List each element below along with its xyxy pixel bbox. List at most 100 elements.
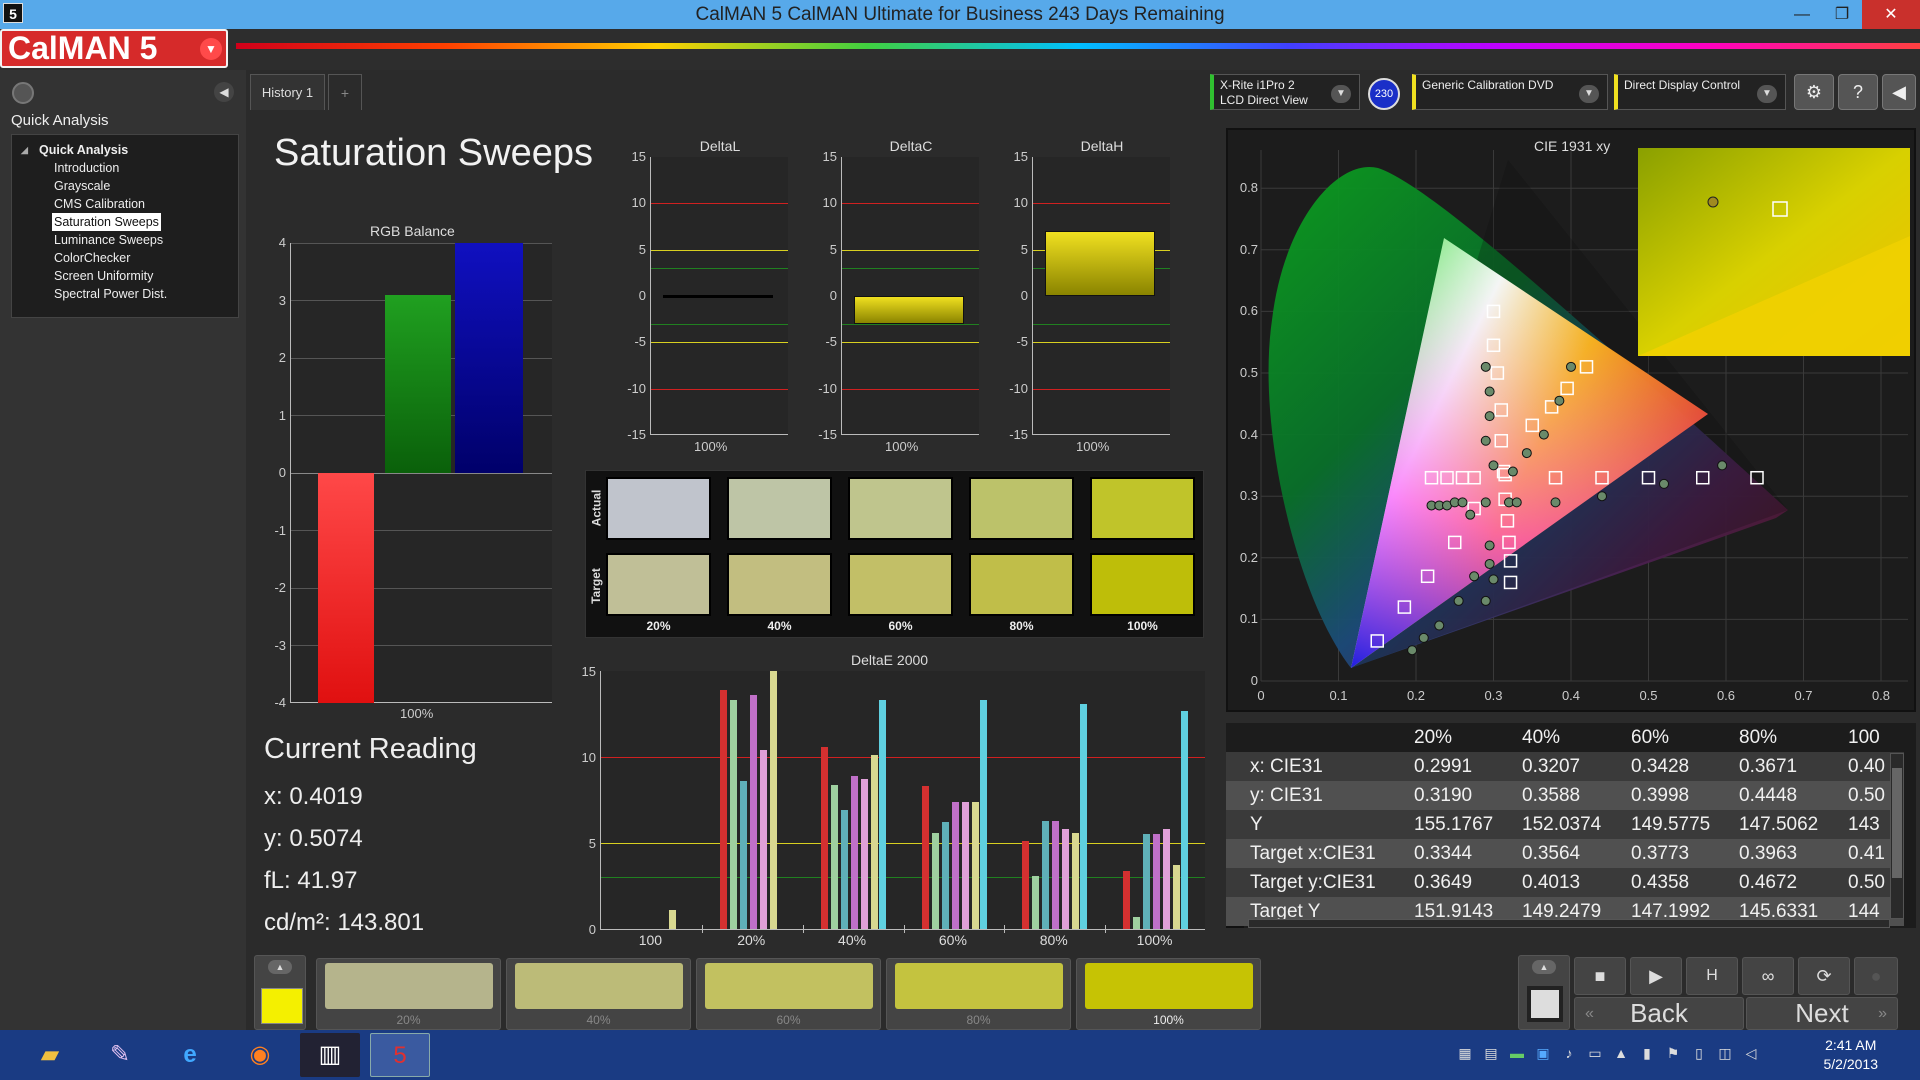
deltae-ytick: 5 bbox=[588, 836, 596, 851]
collapse-right-icon[interactable]: ◀ bbox=[1882, 74, 1916, 110]
actual-swatch bbox=[606, 477, 711, 540]
cie-measured-point bbox=[1418, 632, 1429, 643]
table-hscrollbar[interactable] bbox=[1248, 919, 1890, 928]
source-selector[interactable]: Generic Calibration DVD ▼ bbox=[1412, 74, 1608, 110]
table-row[interactable]: x: CIE31 0.2991 0.3207 0.3428 0.3671 0.40 bbox=[1226, 752, 1904, 781]
extra-button[interactable]: ● bbox=[1854, 957, 1898, 995]
calman-logo-menu[interactable]: CalMAN 5 ▼ bbox=[0, 29, 228, 68]
measurement-point-button[interactable]: 40% bbox=[506, 958, 691, 1030]
chevron-down-icon: ▼ bbox=[1579, 85, 1599, 103]
delta-ytick: -5 bbox=[634, 334, 646, 350]
stop-icon bbox=[1527, 986, 1563, 1022]
target-swatch bbox=[969, 553, 1074, 616]
cie-measured-point bbox=[1480, 595, 1491, 606]
tab-history[interactable]: History 1 bbox=[250, 74, 325, 110]
restore-button[interactable]: ❐ bbox=[1822, 0, 1862, 29]
back-arrow-icon: « bbox=[1585, 1005, 1594, 1022]
deltae-bar bbox=[669, 910, 676, 929]
table-row[interactable]: Y 155.1767 152.0374 149.5775 147.5062 143 bbox=[1226, 810, 1904, 839]
tray-icon[interactable]: ▲ bbox=[1612, 1044, 1630, 1062]
tree-item-introduction[interactable]: Introduction bbox=[52, 159, 121, 177]
tree-item-cms-calibration[interactable]: CMS Calibration bbox=[52, 195, 147, 213]
tray-icon[interactable]: ▤ bbox=[1482, 1044, 1500, 1062]
measurement-point-button[interactable]: 60% bbox=[696, 958, 881, 1030]
cie-measured-point bbox=[1469, 571, 1480, 582]
chevron-down-icon: ▼ bbox=[200, 38, 222, 60]
chevron-up-icon[interactable]: ▲ bbox=[268, 960, 292, 974]
table-cell: 0.3671 bbox=[1739, 756, 1798, 777]
expand-icon: ◢ bbox=[21, 145, 28, 155]
back-button[interactable]: « Back bbox=[1574, 997, 1744, 1030]
network-icon[interactable]: ▭ bbox=[1586, 1044, 1604, 1062]
tray-icon[interactable]: ▣ bbox=[1534, 1044, 1552, 1062]
next-button[interactable]: Next » bbox=[1746, 997, 1898, 1030]
stop-button[interactable]: ■ bbox=[1574, 957, 1626, 995]
tray-icon[interactable]: ◫ bbox=[1716, 1044, 1734, 1062]
tree-root-label: Quick Analysis bbox=[39, 143, 129, 157]
tree-root[interactable]: ◢ Quick Analysis bbox=[21, 141, 130, 159]
tree-item-colorchecker[interactable]: ColorChecker bbox=[52, 249, 132, 267]
equalizer-app-icon[interactable]: ▥ bbox=[300, 1033, 360, 1077]
display-selector[interactable]: Direct Display Control ▼ bbox=[1614, 74, 1786, 110]
actual-swatch bbox=[1090, 477, 1195, 540]
cie-ytick: 0 bbox=[1250, 673, 1258, 688]
tree-item-grayscale[interactable]: Grayscale bbox=[52, 177, 112, 195]
rgb-x-label: 100% bbox=[400, 706, 434, 721]
file-explorer-icon[interactable]: ▰ bbox=[20, 1033, 80, 1077]
continuous-button[interactable]: ∞ bbox=[1742, 957, 1794, 995]
measurement-point-button[interactable]: 20% bbox=[316, 958, 501, 1030]
app-icon[interactable]: 5 bbox=[3, 3, 23, 23]
calman-taskbar-icon[interactable]: 5 bbox=[370, 1033, 430, 1077]
table-vscrollbar[interactable] bbox=[1890, 753, 1904, 919]
battery-icon[interactable]: ▯ bbox=[1690, 1044, 1708, 1062]
help-icon[interactable]: ? bbox=[1838, 74, 1878, 110]
close-button[interactable]: ✕ bbox=[1862, 0, 1920, 29]
bottom-bar: ▲ 20% 40% 60% 80% 100% ▲ ■ ▶ H ∞ ⟳ ● « Back … bbox=[250, 955, 1920, 1030]
stop-measure-button[interactable]: ▲ bbox=[1518, 955, 1570, 1030]
tree-item-spectral-power[interactable]: Spectral Power Dist. bbox=[52, 285, 169, 303]
measurement-point-button[interactable]: 100% bbox=[1076, 958, 1261, 1030]
table-row[interactable]: Target y:CIE31 0.3649 0.4013 0.4358 0.4672 0.… bbox=[1226, 868, 1904, 897]
meter-status-badge[interactable]: 230 bbox=[1368, 78, 1400, 110]
collapse-panel-icon[interactable]: ◀ bbox=[214, 82, 234, 102]
delta-ytick: 0 bbox=[638, 288, 646, 303]
measurement-point-label: 40% bbox=[586, 1013, 611, 1027]
deltae-bar bbox=[830, 784, 838, 929]
cie-measured-point bbox=[1566, 361, 1576, 372]
minimize-button[interactable]: — bbox=[1782, 0, 1822, 29]
deltae-ytick: 15 bbox=[581, 664, 596, 679]
deltae-xtick: 20% bbox=[737, 932, 766, 948]
volume-icon[interactable]: ♪ bbox=[1560, 1044, 1578, 1062]
tree-item-screen-uniformity[interactable]: Screen Uniformity bbox=[52, 267, 155, 285]
measurement-point-button[interactable]: 80% bbox=[886, 958, 1071, 1030]
tray-icon[interactable]: ▦ bbox=[1456, 1044, 1474, 1062]
internet-explorer-icon[interactable]: e bbox=[160, 1033, 220, 1077]
play-button[interactable]: ▶ bbox=[1630, 957, 1682, 995]
tree-item-luminance-sweeps[interactable]: Luminance Sweeps bbox=[52, 231, 165, 249]
clock[interactable]: 2:41 AM 5/2/2013 bbox=[1824, 1036, 1879, 1074]
scroll-thumb[interactable] bbox=[1892, 768, 1902, 878]
gear-icon[interactable]: ⚙ bbox=[1794, 74, 1834, 110]
tray-icon[interactable]: ▮ bbox=[1638, 1044, 1656, 1062]
cie-plot bbox=[1260, 148, 1910, 682]
add-tab-button[interactable]: + bbox=[328, 74, 362, 110]
measurement-point-label: 80% bbox=[966, 1013, 991, 1027]
hold-button[interactable]: H bbox=[1686, 957, 1738, 995]
table-row[interactable]: Target x:CIE31 0.3344 0.3564 0.3773 0.3963 0.… bbox=[1226, 839, 1904, 868]
window-title: CalMAN 5 CalMAN Ultimate for Business 24… bbox=[695, 4, 1225, 25]
rgb-ytick: 2 bbox=[278, 350, 286, 365]
speaker-icon[interactable]: ◁ bbox=[1742, 1044, 1760, 1062]
firefox-icon[interactable]: ◉ bbox=[230, 1033, 290, 1077]
table-row[interactable]: y: CIE31 0.3190 0.3588 0.3998 0.4448 0.50 bbox=[1226, 781, 1904, 810]
current-color-swatch bbox=[261, 988, 303, 1024]
tray-icon[interactable]: ▬ bbox=[1508, 1044, 1526, 1062]
current-color-panel[interactable]: ▲ bbox=[254, 955, 306, 1030]
tree-item-saturation-sweeps[interactable]: Saturation Sweeps bbox=[52, 213, 161, 231]
paint-icon[interactable]: ✎ bbox=[90, 1033, 150, 1077]
measurement-point-swatch bbox=[515, 963, 683, 1009]
meter-selector[interactable]: X-Rite i1Pro 2 LCD Direct View ▼ bbox=[1210, 74, 1360, 110]
panel-pin-icon[interactable] bbox=[12, 82, 34, 104]
cie-measured-point bbox=[1488, 460, 1499, 471]
flag-icon[interactable]: ⚑ bbox=[1664, 1044, 1682, 1062]
refresh-button[interactable]: ⟳ bbox=[1798, 957, 1850, 995]
